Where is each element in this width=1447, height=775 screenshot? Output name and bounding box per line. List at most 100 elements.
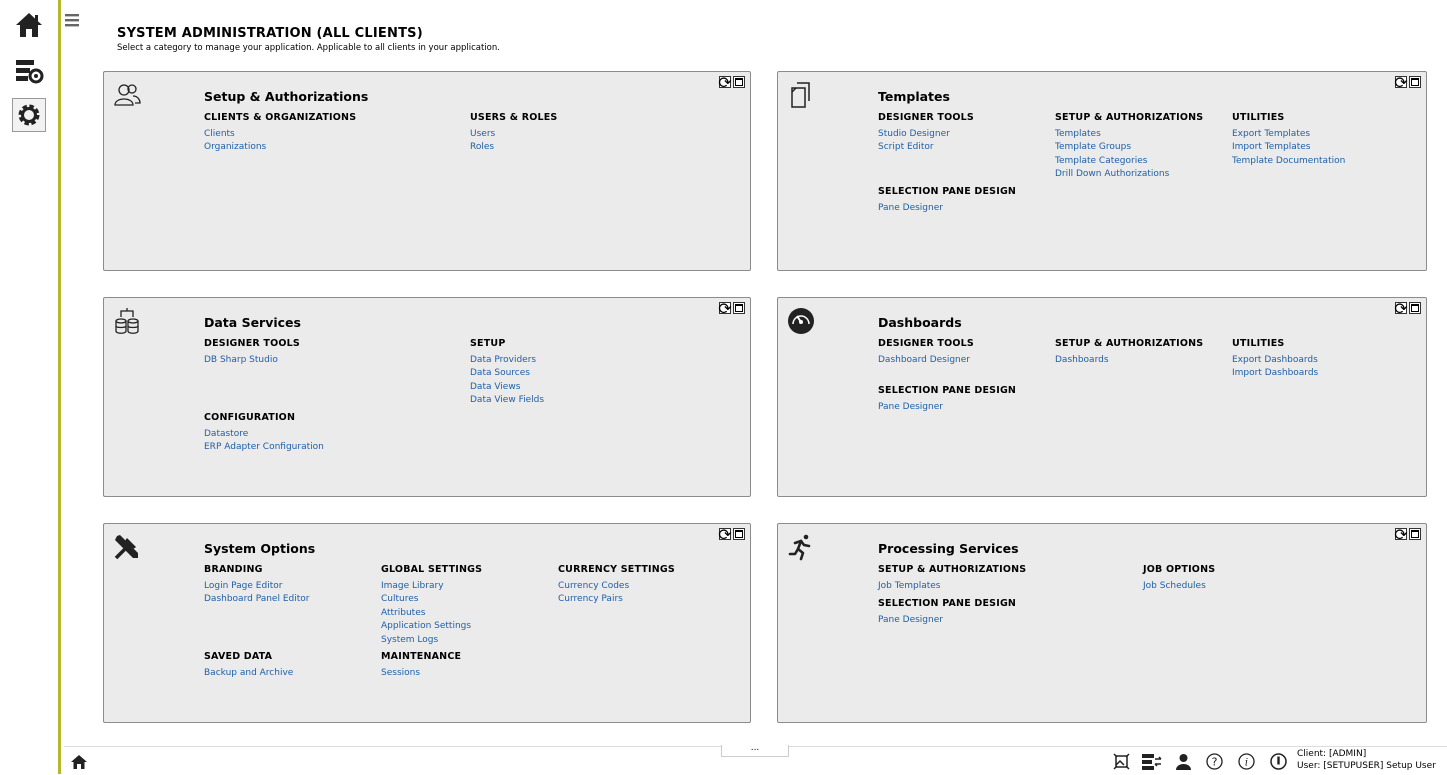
link-import-templates[interactable]: Import Templates <box>1232 141 1345 154</box>
link-attributes[interactable]: Attributes <box>381 607 482 620</box>
section-heading: UTILITIES <box>1232 338 1285 349</box>
section-designer-tools: DESIGNER TOOLS Studio Designer Script Ed… <box>878 112 974 155</box>
menu-icon[interactable] <box>64 12 80 28</box>
section-heading: SETUP & AUTHORIZATIONS <box>1055 112 1204 123</box>
link-import-dashboards[interactable]: Import Dashboards <box>1232 367 1318 380</box>
section-heading: CURRENCY SETTINGS <box>558 564 675 575</box>
section-setup-authorizations: SETUP & AUTHORIZATIONS Job Templates <box>878 564 1026 593</box>
section-heading: SELECTION PANE DESIGN <box>878 186 1017 197</box>
expand-handle[interactable]: ... <box>721 744 789 757</box>
section-heading: DESIGNER TOOLS <box>204 338 300 349</box>
section-heading: UTILITIES <box>1232 112 1285 123</box>
left-rail <box>0 0 58 774</box>
link-dashboard-designer[interactable]: Dashboard Designer <box>878 354 974 367</box>
home-icon[interactable] <box>12 8 46 42</box>
link-clients[interactable]: Clients <box>204 128 356 141</box>
refresh-icon[interactable]: ⟳ <box>1394 299 1407 318</box>
section-job-options: JOB OPTIONS Job Schedules <box>1143 564 1215 593</box>
link-pane-designer[interactable]: Pane Designer <box>878 202 1016 215</box>
server-transfer-icon[interactable] <box>1142 753 1162 770</box>
link-datastore[interactable]: Datastore <box>204 428 324 441</box>
user-label: User: [SETUPUSER] Setup User <box>1297 761 1436 771</box>
maximize-icon[interactable] <box>1409 76 1421 88</box>
link-template-groups[interactable]: Template Groups <box>1055 141 1203 154</box>
link-template-documentation[interactable]: Template Documentation <box>1232 155 1345 168</box>
link-erp-adapter-configuration[interactable]: ERP Adapter Configuration <box>204 441 324 454</box>
section-heading: SELECTION PANE DESIGN <box>878 598 1017 609</box>
gear-icon[interactable] <box>12 98 46 132</box>
panel-system-options: ⟳ System Options BRANDING Login Page Edi… <box>103 523 751 723</box>
home-icon[interactable] <box>70 753 88 771</box>
tools-icon <box>113 533 141 561</box>
refresh-icon[interactable]: ⟳ <box>1394 73 1407 92</box>
link-data-views[interactable]: Data Views <box>470 381 544 394</box>
link-roles[interactable]: Roles <box>470 141 557 154</box>
link-application-settings[interactable]: Application Settings <box>381 620 482 633</box>
link-system-logs[interactable]: System Logs <box>381 634 482 647</box>
link-backup-and-archive[interactable]: Backup and Archive <box>204 667 293 680</box>
link-sessions[interactable]: Sessions <box>381 667 461 680</box>
link-db-sharp-studio[interactable]: DB Sharp Studio <box>204 354 300 367</box>
running-person-icon <box>787 533 815 561</box>
section-saved-data: SAVED DATA Backup and Archive <box>204 651 293 680</box>
image-icon[interactable] <box>1113 753 1130 770</box>
maximize-icon[interactable] <box>733 302 745 314</box>
section-users-roles: USERS & ROLES Users Roles <box>470 112 557 155</box>
link-currency-codes[interactable]: Currency Codes <box>558 580 675 593</box>
section-heading: JOB OPTIONS <box>1143 564 1216 575</box>
section-selection-pane-design: SELECTION PANE DESIGN Pane Designer <box>878 385 1016 414</box>
section-branding: BRANDING Login Page Editor Dashboard Pan… <box>204 564 309 607</box>
power-icon[interactable] <box>1270 753 1287 770</box>
panel-title: Processing Services <box>878 541 1019 556</box>
users-icon <box>113 81 141 109</box>
link-data-sources[interactable]: Data Sources <box>470 367 544 380</box>
link-template-categories[interactable]: Template Categories <box>1055 155 1203 168</box>
link-export-dashboards[interactable]: Export Dashboards <box>1232 354 1318 367</box>
user-icon[interactable] <box>1175 753 1192 770</box>
link-organizations[interactable]: Organizations <box>204 141 356 154</box>
link-templates[interactable]: Templates <box>1055 128 1203 141</box>
link-dashboards[interactable]: Dashboards <box>1055 354 1203 367</box>
maximize-icon[interactable] <box>733 528 745 540</box>
link-currency-pairs[interactable]: Currency Pairs <box>558 593 675 606</box>
link-image-library[interactable]: Image Library <box>381 580 482 593</box>
link-job-templates[interactable]: Job Templates <box>878 580 1026 593</box>
refresh-icon[interactable]: ⟳ <box>1394 525 1407 544</box>
section-heading: DESIGNER TOOLS <box>878 338 974 349</box>
link-script-editor[interactable]: Script Editor <box>878 141 974 154</box>
link-cultures[interactable]: Cultures <box>381 593 482 606</box>
panel-templates: ⟳ Templates DESIGNER TOOLS Studio Design… <box>777 71 1427 271</box>
link-studio-designer[interactable]: Studio Designer <box>878 128 974 141</box>
panel-title: Dashboards <box>878 315 962 330</box>
link-dashboard-panel-editor[interactable]: Dashboard Panel Editor <box>204 593 309 606</box>
help-icon[interactable]: ? <box>1206 753 1223 770</box>
section-heading: SETUP & AUTHORIZATIONS <box>1055 338 1204 349</box>
panel-dashboards: ⟳ Dashboards DESIGNER TOOLS Dashboard De… <box>777 297 1427 497</box>
panel-title: System Options <box>204 541 316 556</box>
link-drill-down-authorizations[interactable]: Drill Down Authorizations <box>1055 168 1203 181</box>
server-settings-icon[interactable] <box>12 54 46 88</box>
info-icon[interactable]: i <box>1238 753 1255 770</box>
link-data-view-fields[interactable]: Data View Fields <box>470 394 544 407</box>
maximize-icon[interactable] <box>1409 302 1421 314</box>
link-job-schedules[interactable]: Job Schedules <box>1143 580 1215 593</box>
refresh-icon[interactable]: ⟳ <box>718 299 731 318</box>
section-setup-authorizations: SETUP & AUTHORIZATIONS Templates Templat… <box>1055 112 1203 182</box>
maximize-icon[interactable] <box>1409 528 1421 540</box>
link-pane-designer[interactable]: Pane Designer <box>878 614 1016 627</box>
section-designer-tools: DESIGNER TOOLS Dashboard Designer <box>878 338 974 367</box>
section-clients-organizations: CLIENTS & ORGANIZATIONS Clients Organiza… <box>204 112 356 155</box>
link-users[interactable]: Users <box>470 128 557 141</box>
link-data-providers[interactable]: Data Providers <box>470 354 544 367</box>
panel-processing-services: ⟳ Processing Services SETUP & AUTHORIZAT… <box>777 523 1427 723</box>
link-export-templates[interactable]: Export Templates <box>1232 128 1345 141</box>
section-heading: SETUP & AUTHORIZATIONS <box>878 564 1027 575</box>
link-pane-designer[interactable]: Pane Designer <box>878 401 1016 414</box>
maximize-icon[interactable] <box>733 76 745 88</box>
link-login-page-editor[interactable]: Login Page Editor <box>204 580 309 593</box>
refresh-icon[interactable]: ⟳ <box>718 525 731 544</box>
section-selection-pane-design: SELECTION PANE DESIGN Pane Designer <box>878 186 1016 215</box>
database-icon <box>113 307 141 335</box>
section-maintenance: MAINTENANCE Sessions <box>381 651 461 680</box>
refresh-icon[interactable]: ⟳ <box>718 73 731 92</box>
